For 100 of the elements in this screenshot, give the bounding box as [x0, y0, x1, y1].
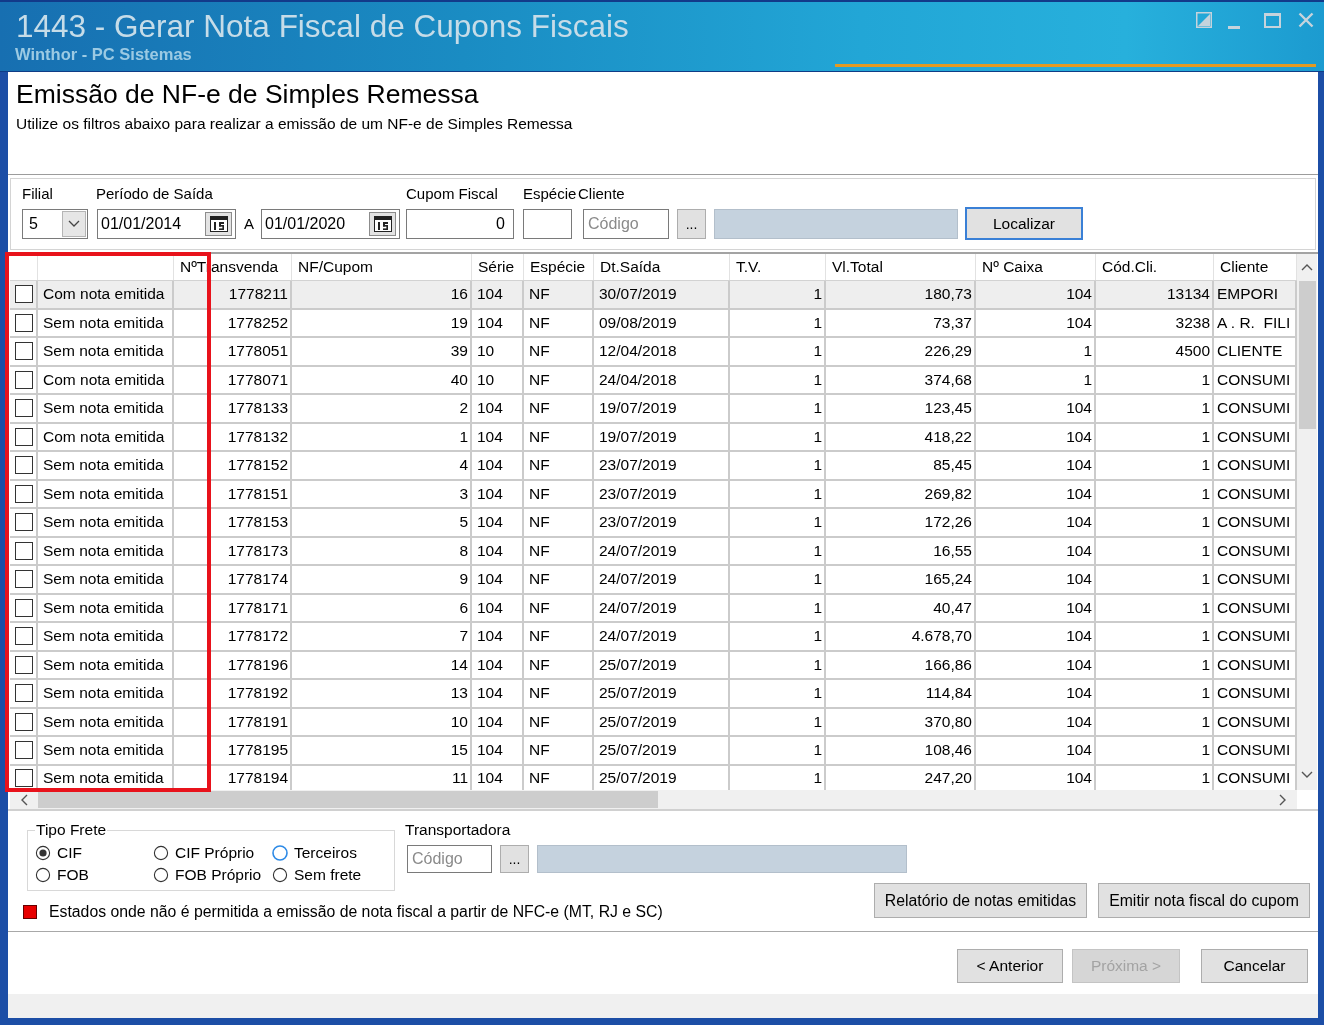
status-cell: Sem nota emitida — [38, 537, 174, 566]
table-row[interactable]: Sem nota emitida 1778171 6 104 NF 24/07/2019 1 40,47 104 1 CONSUMI — [10, 594, 1297, 623]
field-label: Cupom Fiscal — [406, 185, 499, 203]
scroll-right-icon[interactable] — [1279, 793, 1286, 806]
table-cell: 4500 — [1096, 338, 1214, 367]
scroll-left-icon[interactable] — [21, 793, 28, 806]
table-row[interactable]: Sem nota emitida 1778174 9 104 NF 24/07/2019 1 165,24 104 1 CONSUMI — [10, 566, 1297, 595]
row-checkbox[interactable] — [15, 741, 33, 760]
table-row[interactable]: Sem nota emitida 1778191 10 104 NF 25/07/2019 1 370,80 104 1 CONSUMI — [10, 708, 1297, 737]
table-cell: 1 — [1096, 423, 1214, 452]
filial-select[interactable]: 5 — [22, 209, 88, 239]
column-header[interactable]: Nº Caixa — [976, 254, 1096, 280]
radio-button[interactable]: Terceiros — [272, 842, 388, 864]
radio-button[interactable]: FOB Próprio — [153, 864, 272, 886]
table-cell: 104 — [976, 309, 1096, 338]
table-row[interactable]: Sem nota emitida 1778151 3 104 NF 23/07/2019 1 269,82 104 1 CONSUMI — [10, 480, 1297, 509]
table-cell: 13134 — [1096, 281, 1214, 310]
table-row[interactable]: Sem nota emitida 1778196 14 104 NF 25/07/2019 1 166,86 104 1 CONSUMI — [10, 651, 1297, 680]
table-row[interactable]: Sem nota emitida 1778252 19 104 NF 09/08/2019 1 73,37 104 3238 A . R. FILI — [10, 309, 1297, 338]
row-checkbox[interactable] — [15, 313, 33, 332]
row-checkbox[interactable] — [15, 427, 33, 446]
table-cell: NF — [524, 594, 594, 623]
row-checkbox[interactable] — [15, 370, 33, 389]
table-row[interactable]: Sem nota emitida 1778172 7 104 NF 24/07/2019 1 4.678,70 104 1 CONSUMI — [10, 623, 1297, 652]
lookup-button[interactable]: ... — [500, 845, 529, 873]
table-row[interactable]: Sem nota emitida 1778153 5 104 NF 23/07/2019 1 172,26 104 1 CONSUMI — [10, 509, 1297, 538]
cupom-field[interactable]: 0 — [406, 209, 514, 239]
row-checkbox[interactable] — [15, 768, 33, 787]
radio-button[interactable]: Sem frete — [272, 864, 388, 886]
row-checkbox[interactable] — [15, 598, 33, 617]
table-cell: 1 — [730, 480, 826, 509]
radio-icon[interactable] — [272, 845, 288, 861]
row-checkbox[interactable] — [15, 684, 33, 703]
horizontal-scrollbar[interactable] — [10, 790, 1297, 809]
row-checkbox[interactable] — [15, 342, 33, 361]
row-checkbox[interactable] — [15, 655, 33, 674]
column-header[interactable]: NF/Cupom — [292, 254, 472, 280]
table-cell: 2 — [292, 395, 472, 424]
table-row[interactable]: Sem nota emitida 1778192 13 104 NF 25/07/2019 1 114,84 104 1 CONSUMI — [10, 680, 1297, 709]
row-checkbox[interactable] — [15, 541, 33, 560]
table-cell: 1 — [1096, 509, 1214, 538]
table-cell: 104 — [472, 594, 524, 623]
scroll-down-icon[interactable] — [1301, 771, 1313, 778]
scrollbar-thumb[interactable] — [1298, 281, 1316, 429]
table-cell: 104 — [472, 509, 524, 538]
nav-button[interactable]: < Anterior — [957, 949, 1063, 983]
table-row[interactable]: Com nota emitida 1778071 40 10 NF 24/04/2018 1 374,68 1 1 CONSUMI — [10, 366, 1297, 395]
code-field[interactable]: Código — [407, 845, 492, 873]
status-cell: Sem nota emitida — [38, 566, 174, 595]
table-cell: 104 — [976, 737, 1096, 766]
table-row[interactable]: Sem nota emitida 1778133 2 104 NF 19/07/2019 1 123,45 104 1 CONSUMI — [10, 395, 1297, 424]
radio-icon[interactable] — [35, 845, 51, 861]
radio-button[interactable]: FOB — [35, 864, 153, 886]
action-button[interactable]: Emitir nota fiscal do cupom — [1098, 883, 1310, 918]
table-row[interactable]: Com nota emitida 1778211 16 104 NF 30/07/2019 1 180,73 104 13134 EMPORI — [10, 281, 1297, 310]
table-cell: 1 — [1096, 651, 1214, 680]
especie-field[interactable] — [523, 209, 572, 239]
table-cell: 12/04/2018 — [594, 338, 730, 367]
table-row[interactable]: Com nota emitida 1778132 1 104 NF 19/07/2019 1 418,22 104 1 CONSUMI — [10, 423, 1297, 452]
action-button[interactable]: Relatório de notas emitidas — [874, 883, 1087, 918]
table-cell: 104 — [976, 537, 1096, 566]
table-row[interactable]: Sem nota emitida 1778195 15 104 NF 25/07/2019 1 108,46 104 1 CONSUMI — [10, 737, 1297, 766]
row-checkbox[interactable] — [15, 484, 33, 503]
column-header[interactable]: Série — [472, 254, 524, 280]
column-header[interactable]: Espécie — [524, 254, 594, 280]
table-row[interactable]: Sem nota emitida 1778173 8 104 NF 24/07/2019 1 16,55 104 1 CONSUMI — [10, 537, 1297, 566]
row-checkbox[interactable] — [15, 285, 33, 304]
scroll-up-icon[interactable] — [1301, 264, 1313, 271]
table-cell: 30/07/2019 — [594, 281, 730, 310]
radio-button[interactable]: CIF Próprio — [153, 842, 272, 864]
radio-icon[interactable] — [272, 867, 288, 883]
column-header[interactable]: Cód.Cli. — [1096, 254, 1214, 280]
search-button[interactable]: Localizar — [965, 207, 1083, 240]
column-header[interactable]: T.V. — [730, 254, 826, 280]
row-checkbox[interactable] — [15, 712, 33, 731]
column-header[interactable]: Vl.Total — [826, 254, 976, 280]
table-cell: 1 — [1096, 366, 1214, 395]
table-cell: 104 — [472, 281, 524, 310]
table-cell: 25/07/2019 — [594, 680, 730, 709]
table-row[interactable]: Sem nota emitida 1778051 39 10 NF 12/04/2018 1 226,29 1 4500 CLIENTE — [10, 338, 1297, 367]
radio-icon[interactable] — [153, 845, 169, 861]
field-label: Transportadora — [405, 821, 512, 839]
radio-button[interactable]: CIF — [35, 842, 153, 864]
nav-button[interactable]: Cancelar — [1201, 949, 1308, 983]
table-row[interactable]: Sem nota emitida 1778152 4 104 NF 23/07/2019 1 85,45 104 1 CONSUMI — [10, 452, 1297, 481]
lookup-button[interactable]: ... — [677, 209, 706, 239]
radio-icon[interactable] — [153, 867, 169, 883]
radio-icon[interactable] — [35, 867, 51, 883]
row-checkbox[interactable] — [15, 570, 33, 589]
vertical-scrollbar[interactable] — [1297, 254, 1317, 790]
row-checkbox[interactable] — [15, 513, 33, 532]
row-checkbox[interactable] — [15, 399, 33, 418]
table-cell: 418,22 — [826, 423, 976, 452]
table-cell: 104 — [976, 452, 1096, 481]
scrollbar-thumb[interactable] — [38, 791, 658, 808]
column-header[interactable]: Dt.Saída — [594, 254, 730, 280]
row-checkbox[interactable] — [15, 456, 33, 475]
table-cell: 1 — [730, 594, 826, 623]
row-checkbox[interactable] — [15, 627, 33, 646]
code-field[interactable]: Código — [583, 209, 669, 239]
